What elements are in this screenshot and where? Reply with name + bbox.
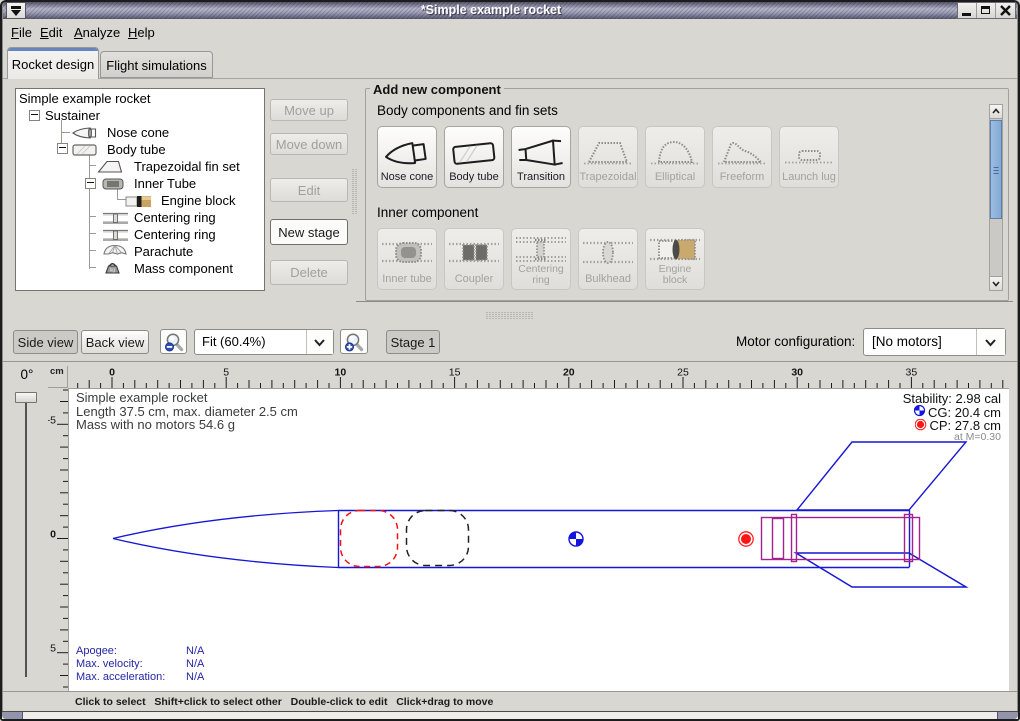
svg-text:kg: kg bbox=[110, 268, 116, 274]
svg-text:-5: -5 bbox=[48, 414, 56, 426]
svg-text:0: 0 bbox=[50, 529, 56, 541]
svg-text:0: 0 bbox=[109, 367, 115, 379]
svg-text:10: 10 bbox=[335, 367, 347, 379]
svg-text:30: 30 bbox=[791, 367, 803, 379]
svg-text:25: 25 bbox=[677, 367, 689, 379]
svg-text:5: 5 bbox=[50, 643, 56, 655]
svg-text:20: 20 bbox=[563, 367, 575, 379]
svg-text:15: 15 bbox=[449, 367, 461, 379]
svg-text:5: 5 bbox=[223, 367, 229, 379]
svg-text:35: 35 bbox=[906, 367, 918, 379]
